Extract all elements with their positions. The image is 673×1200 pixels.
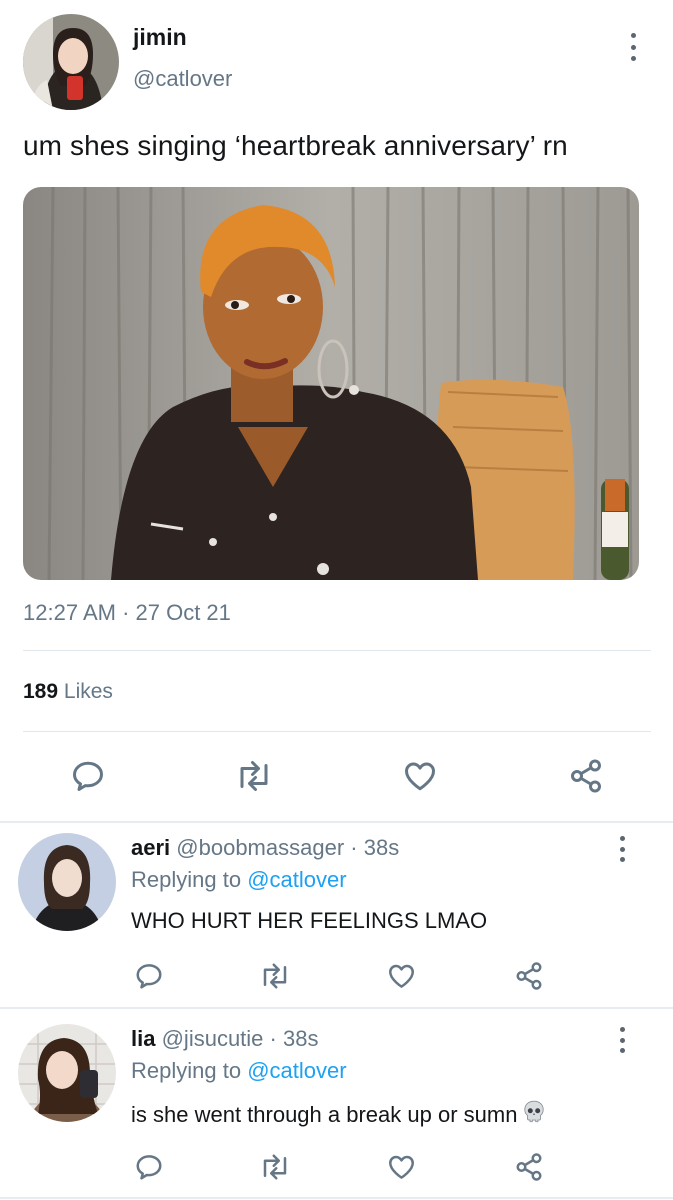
skull-emoji-icon <box>521 1099 547 1131</box>
reply-icon[interactable] <box>134 1152 164 1182</box>
reply-icon[interactable] <box>70 758 106 794</box>
share-icon[interactable] <box>568 757 604 795</box>
like-icon[interactable] <box>386 961 417 991</box>
tweet-media-image[interactable] <box>23 187 639 580</box>
replying-to: Replying to @catlover <box>131 867 347 893</box>
likes-number: 189 <box>23 680 59 703</box>
retweet-icon[interactable] <box>258 961 292 991</box>
share-icon[interactable] <box>514 960 544 992</box>
avatar[interactable] <box>18 833 116 931</box>
divider <box>0 1197 673 1199</box>
reply-time[interactable]: · 38s <box>350 835 399 860</box>
likes-label: Likes <box>63 680 113 703</box>
more-options-icon[interactable] <box>617 1027 627 1053</box>
reply-header: lia @jisucutie · 38s <box>131 1026 318 1052</box>
reply-header: aeri @boobmassager · 38s <box>131 835 399 861</box>
reply-author-name[interactable]: aeri <box>131 835 170 860</box>
replying-to-label: Replying to <box>131 1058 242 1083</box>
divider <box>0 821 673 823</box>
replying-to: Replying to @catlover <box>131 1058 347 1084</box>
retweet-icon[interactable] <box>258 1152 292 1182</box>
reply-text: is she went through a break up or sumn <box>131 1102 518 1127</box>
reply-text-container: is she went through a break up or sumn <box>131 1099 547 1131</box>
reply-author-name[interactable]: lia <box>131 1026 155 1051</box>
replying-to-handle[interactable]: @catlover <box>247 867 346 892</box>
tweet-author-handle[interactable]: @catlover <box>133 66 232 92</box>
tweet-timestamp[interactable]: 12:27 AM · 27 Oct 21 <box>23 600 231 626</box>
divider <box>23 731 651 732</box>
like-icon[interactable] <box>386 1152 417 1182</box>
replying-to-handle[interactable]: @catlover <box>247 1058 346 1083</box>
avatar[interactable] <box>23 14 119 110</box>
more-options-icon[interactable] <box>628 33 638 61</box>
reply-text: WHO HURT HER FEELINGS LMAO <box>131 908 488 933</box>
like-icon[interactable] <box>401 758 439 794</box>
likes-count[interactable]: 189 Likes <box>23 680 113 704</box>
replying-to-label: Replying to <box>131 867 242 892</box>
divider <box>23 650 651 651</box>
reply-author-handle[interactable]: @boobmassager <box>176 835 344 860</box>
tweet-author-name[interactable]: jimin <box>133 24 187 51</box>
more-options-icon[interactable] <box>617 836 627 862</box>
share-icon[interactable] <box>514 1151 544 1183</box>
avatar[interactable] <box>18 1024 116 1122</box>
reply-author-handle[interactable]: @jisucutie <box>162 1026 264 1051</box>
retweet-icon[interactable] <box>234 758 274 794</box>
reply-time[interactable]: · 38s <box>270 1026 319 1051</box>
divider <box>0 1007 673 1009</box>
tweet-text: um shes singing ‘heartbreak anniversary’… <box>23 130 568 161</box>
reply-icon[interactable] <box>134 961 164 991</box>
